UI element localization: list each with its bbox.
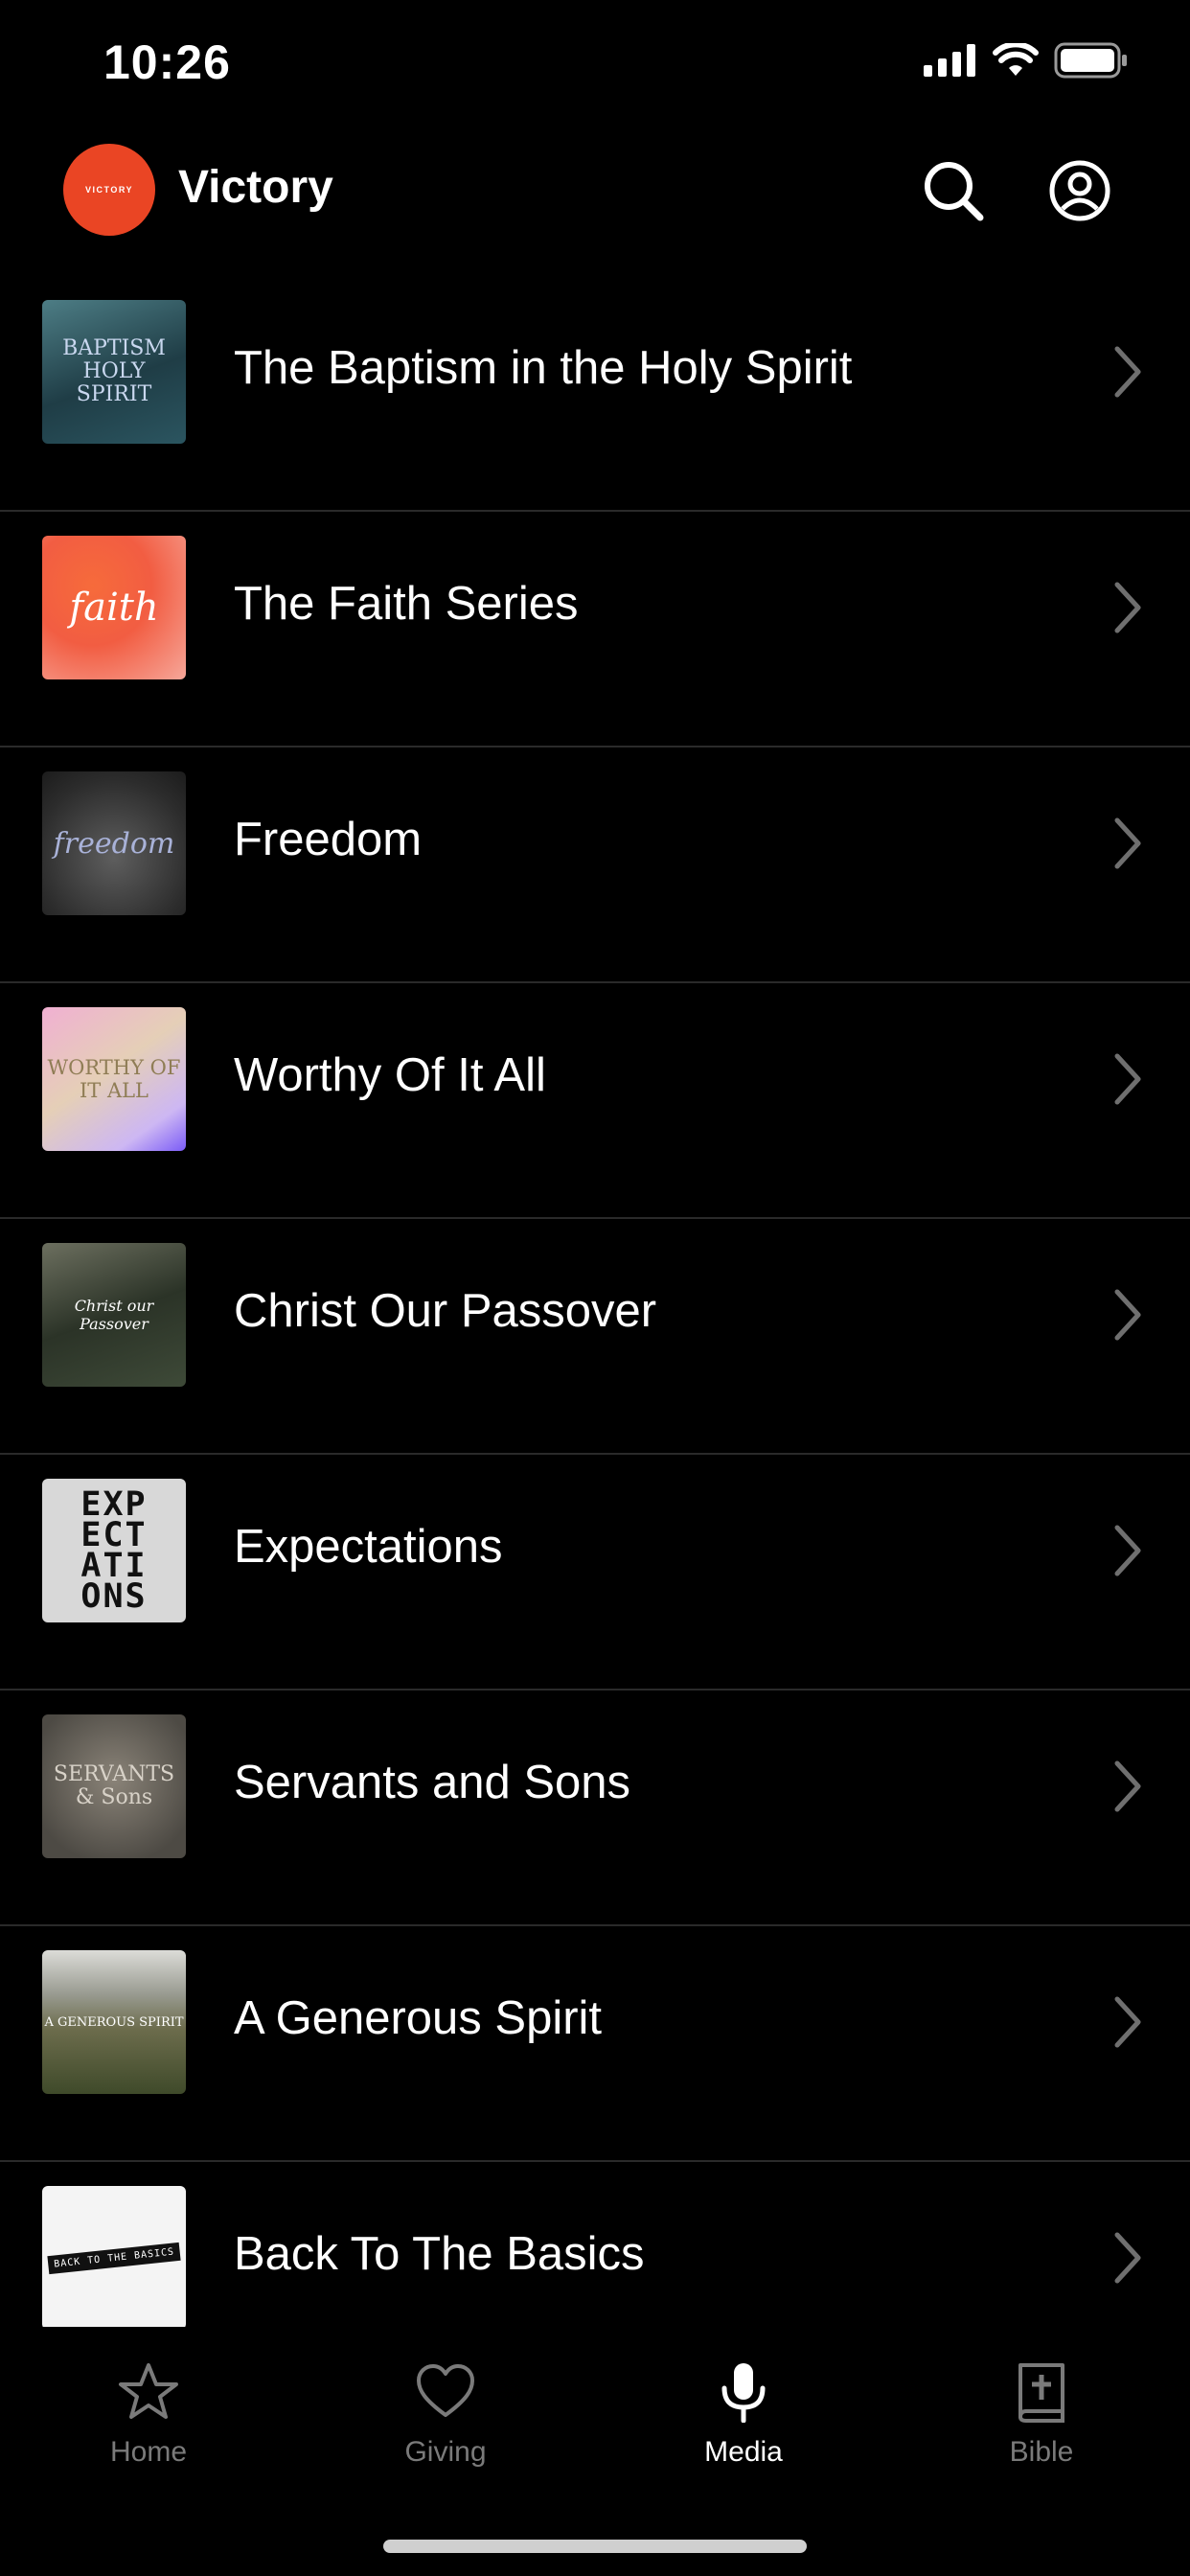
home-indicator[interactable] <box>383 2540 807 2553</box>
series-title: A Generous Spirit <box>234 1992 603 2044</box>
tab-home[interactable]: Home <box>53 2361 244 2469</box>
microphone-icon <box>721 2363 766 2423</box>
tab-label: Home <box>109 2436 188 2468</box>
tab-bible[interactable]: Bible <box>946 2361 1137 2469</box>
artwork-text: faith <box>69 586 159 630</box>
bible-icon <box>1018 2363 1064 2423</box>
app-header: VICTORY Victory <box>0 134 1190 297</box>
chevron-right-icon <box>1114 346 1141 398</box>
series-title: Back To The Basics <box>234 2228 645 2280</box>
chevron-right-icon <box>1114 1053 1141 1105</box>
user-circle-icon <box>1049 160 1110 221</box>
series-title: The Faith Series <box>234 578 579 630</box>
search-icon <box>925 162 984 221</box>
cellular-signal-icon <box>924 44 975 77</box>
series-artwork: EXP ECT ATI ONS <box>42 1479 186 1622</box>
chevron-right-icon <box>1114 1525 1141 1576</box>
series-title: The Baptism in the Holy Spirit <box>234 342 853 394</box>
status-time: 10:26 <box>103 35 231 89</box>
list-item[interactable]: BAPTISM HOLY SPIRIT The Baptism in the H… <box>0 276 1190 512</box>
artwork-text: A GENEROUS SPIRIT <box>44 2014 184 2030</box>
list-item[interactable]: WORTHY OF IT ALL Worthy Of It All <box>0 983 1190 1219</box>
tab-media[interactable]: Media <box>648 2361 839 2469</box>
series-artwork: WORTHY OF IT ALL <box>42 1007 186 1151</box>
wifi-icon <box>993 43 1039 76</box>
series-title: Freedom <box>234 814 423 865</box>
battery-icon <box>1054 42 1127 79</box>
series-title: Christ Our Passover <box>234 1285 657 1337</box>
chevron-right-icon <box>1114 2232 1141 2284</box>
series-artwork: BAPTISM HOLY SPIRIT <box>42 300 186 444</box>
chevron-right-icon <box>1114 582 1141 633</box>
series-artwork: faith <box>42 536 186 679</box>
series-artwork: freedom <box>42 771 186 915</box>
series-title: Expectations <box>234 1521 503 1573</box>
list-item[interactable]: Christ our Passover Christ Our Passover <box>0 1219 1190 1455</box>
search-button[interactable] <box>918 155 989 226</box>
series-title: Worthy Of It All <box>234 1049 546 1101</box>
tab-label: Giving <box>404 2436 487 2468</box>
status-bar: 10:26 <box>0 0 1190 134</box>
tab-giving[interactable]: Giving <box>350 2361 541 2469</box>
profile-button[interactable] <box>1044 155 1115 226</box>
artwork-text: Christ our Passover <box>74 1297 154 1333</box>
logo-text: VICTORY <box>84 185 133 195</box>
artwork-text: freedom <box>53 826 175 861</box>
artwork-text: WORTHY OF IT ALL <box>47 1056 181 1102</box>
star-icon <box>119 2363 178 2419</box>
artwork-text: SERVANTS & Sons <box>53 1762 175 1809</box>
series-artwork: SERVANTS & Sons <box>42 1714 186 1858</box>
series-title: Servants and Sons <box>234 1757 631 1808</box>
artwork-text: EXP ECT ATI ONS <box>80 1485 148 1616</box>
victory-logo[interactable]: VICTORY <box>63 144 155 236</box>
list-item[interactable]: freedom Freedom <box>0 748 1190 983</box>
series-artwork: BACK TO THE BASICS <box>42 2186 186 2330</box>
tab-label: Media <box>704 2436 783 2468</box>
list-item[interactable]: A GENEROUS SPIRIT A Generous Spirit <box>0 1926 1190 2162</box>
chevron-right-icon <box>1114 1289 1141 1341</box>
status-icons <box>924 42 1129 79</box>
series-list: BAPTISM HOLY SPIRIT The Baptism in the H… <box>0 276 1190 2398</box>
artwork-text: BACK TO THE BASICS <box>47 2242 181 2274</box>
tab-label: Bible <box>1009 2436 1074 2468</box>
heart-icon <box>417 2364 474 2417</box>
app-title: Victory <box>178 162 333 213</box>
series-artwork: Christ our Passover <box>42 1243 186 1387</box>
list-item[interactable]: faith The Faith Series <box>0 512 1190 748</box>
list-item[interactable]: EXP ECT ATI ONS Expectations <box>0 1455 1190 1690</box>
tab-bar: Home Giving Media Bible <box>0 2327 1190 2576</box>
series-artwork: A GENEROUS SPIRIT <box>42 1950 186 2094</box>
chevron-right-icon <box>1114 1760 1141 1812</box>
chevron-right-icon <box>1114 1996 1141 2048</box>
artwork-text: BAPTISM HOLY SPIRIT <box>62 336 166 406</box>
chevron-right-icon <box>1114 817 1141 869</box>
list-item[interactable]: SERVANTS & Sons Servants and Sons <box>0 1690 1190 1926</box>
